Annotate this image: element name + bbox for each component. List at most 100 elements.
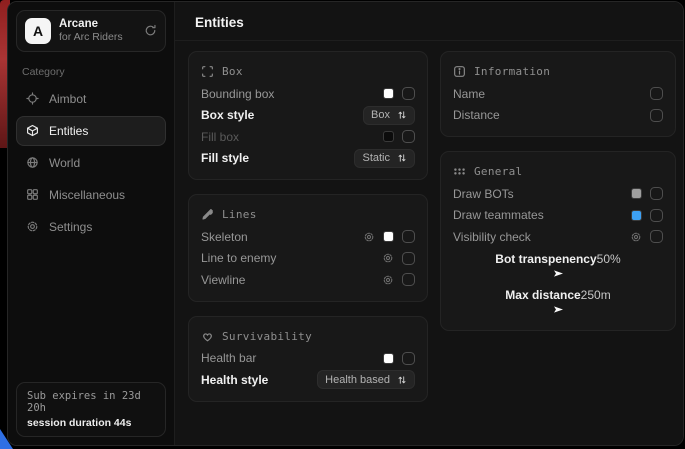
sidebar-item-settings[interactable]: Settings (16, 212, 166, 242)
row-label: Viewline (201, 273, 245, 287)
info-icon (453, 65, 466, 78)
row-name: Name (453, 83, 663, 105)
line-to-enemy-checkbox[interactable] (402, 252, 415, 265)
health-bar-checkbox[interactable] (402, 352, 415, 365)
panel-survivability: Survivability Health bar Health style He… (188, 316, 428, 402)
row-draw-bots: Draw BOTs (453, 183, 663, 205)
dots-grid-icon (453, 165, 466, 178)
sync-icon[interactable] (144, 24, 157, 37)
row-line-to-enemy: Line to enemy (201, 248, 415, 270)
panel-lines: Lines Skeleton Line to enemy Viewline (188, 194, 428, 302)
row-label: Visibility check (453, 230, 531, 244)
row-label: Health style (201, 373, 268, 387)
sidebar-item-miscellaneous[interactable]: Miscellaneous (16, 180, 166, 210)
row-skeleton: Skeleton (201, 226, 415, 248)
row-label: Max distance (505, 288, 580, 302)
max-distance-value: 250m (581, 288, 611, 302)
panel-title: Box (222, 65, 243, 78)
row-label: Skeleton (201, 230, 248, 244)
page-title: Entities (195, 15, 669, 30)
cube-icon (26, 124, 39, 137)
draw-teammates-checkbox[interactable] (650, 209, 663, 222)
max-distance-slider-thumb[interactable] (554, 305, 563, 314)
session-duration-text: session duration 44s (27, 417, 155, 429)
box-style-select[interactable]: Box (363, 106, 415, 125)
arrows-up-down-icon (397, 375, 407, 385)
row-bot-transpenency: Bot transpenency 50% (453, 248, 663, 284)
sidebar-item-label: Miscellaneous (49, 188, 125, 202)
row-visibility-check: Visibility check (453, 226, 663, 248)
name-checkbox[interactable] (650, 87, 663, 100)
panel-information: Information Name Distance (440, 51, 676, 137)
line-to-enemy-settings-icon[interactable] (382, 252, 394, 264)
row-label: Bounding box (201, 87, 274, 101)
row-label: Fill box (201, 130, 239, 144)
right-column: Information Name Distance General Draw B… (440, 51, 676, 331)
arrows-up-down-icon (397, 153, 407, 163)
sidebar-item-entities[interactable]: Entities (16, 116, 166, 146)
visibility-check-settings-icon[interactable] (630, 231, 642, 243)
fill-box-checkbox[interactable] (402, 130, 415, 143)
draw-teammates-color-swatch[interactable] (631, 210, 642, 221)
row-label: Draw teammates (453, 208, 544, 222)
heart-icon (201, 330, 214, 343)
panel-box: Box Bounding box Box style Box Fill box … (188, 51, 428, 180)
arrows-up-down-icon (397, 110, 407, 120)
fill-style-select[interactable]: Static (354, 149, 415, 168)
row-health-bar: Health bar (201, 348, 415, 370)
brand-card: A Arcane for Arc Riders (16, 10, 166, 52)
main-area: Entities Box Bounding box Box style Box … (175, 2, 684, 445)
panel-general: General Draw BOTs Draw teammates Visibil… (440, 151, 676, 331)
row-max-distance: Max distance 250m (453, 284, 663, 320)
visibility-check-checkbox[interactable] (650, 230, 663, 243)
viewline-settings-icon[interactable] (382, 274, 394, 286)
sidebar: A Arcane for Arc Riders Category Aimbot … (8, 2, 175, 445)
brand-name: Arcane (59, 17, 136, 31)
panel-title: Survivability (222, 330, 312, 343)
left-column: Box Bounding box Box style Box Fill box … (188, 51, 428, 402)
bot-transpenency-slider-thumb[interactable] (554, 269, 563, 278)
skeleton-settings-icon[interactable] (363, 231, 375, 243)
viewline-checkbox[interactable] (402, 273, 415, 286)
bounding-box-color-swatch[interactable] (383, 88, 394, 99)
row-label: Health bar (201, 351, 256, 365)
row-label: Fill style (201, 151, 249, 165)
sidebar-item-label: Aimbot (49, 92, 86, 106)
draw-bots-checkbox[interactable] (650, 187, 663, 200)
skeleton-color-swatch[interactable] (383, 231, 394, 242)
layout-grid-icon (26, 188, 39, 201)
panel-title: Information (474, 65, 550, 78)
row-distance: Distance (453, 105, 663, 127)
health-style-select[interactable]: Health based (317, 370, 415, 389)
row-viewline: Viewline (201, 269, 415, 291)
bounding-box-checkbox[interactable] (402, 87, 415, 100)
distance-checkbox[interactable] (650, 109, 663, 122)
row-fill-style: Fill style Static (201, 148, 415, 170)
panel-title: Lines (222, 208, 257, 221)
row-fill-box: Fill box (201, 126, 415, 148)
sidebar-nav: Aimbot Entities World Miscellaneous Sett… (16, 84, 166, 242)
panels-content: Box Bounding box Box style Box Fill box … (175, 41, 684, 412)
sidebar-item-aimbot[interactable]: Aimbot (16, 84, 166, 114)
sidebar-item-world[interactable]: World (16, 148, 166, 178)
brand-subtitle: for Arc Riders (59, 31, 136, 44)
globe-icon (26, 156, 39, 169)
row-bounding-box: Bounding box (201, 83, 415, 105)
row-label: Line to enemy (201, 251, 276, 265)
subscription-card: Sub expires in 23d 20h session duration … (16, 382, 166, 437)
app-window: A Arcane for Arc Riders Category Aimbot … (7, 1, 684, 446)
skeleton-checkbox[interactable] (402, 230, 415, 243)
category-label: Category (22, 66, 160, 78)
fill-box-color-swatch[interactable] (383, 131, 394, 142)
row-health-style: Health style Health based (201, 369, 415, 391)
sub-expiry-text: Sub expires in 23d 20h (27, 390, 155, 414)
row-label: Box style (201, 108, 254, 122)
draw-bots-color-swatch[interactable] (631, 188, 642, 199)
health-bar-color-swatch[interactable] (383, 353, 394, 364)
row-label: Bot transpenency (495, 252, 596, 266)
row-draw-teammates: Draw teammates (453, 205, 663, 227)
row-label: Draw BOTs (453, 187, 514, 201)
sidebar-item-label: World (49, 156, 80, 170)
row-label: Distance (453, 108, 500, 122)
gear-icon (26, 220, 39, 233)
